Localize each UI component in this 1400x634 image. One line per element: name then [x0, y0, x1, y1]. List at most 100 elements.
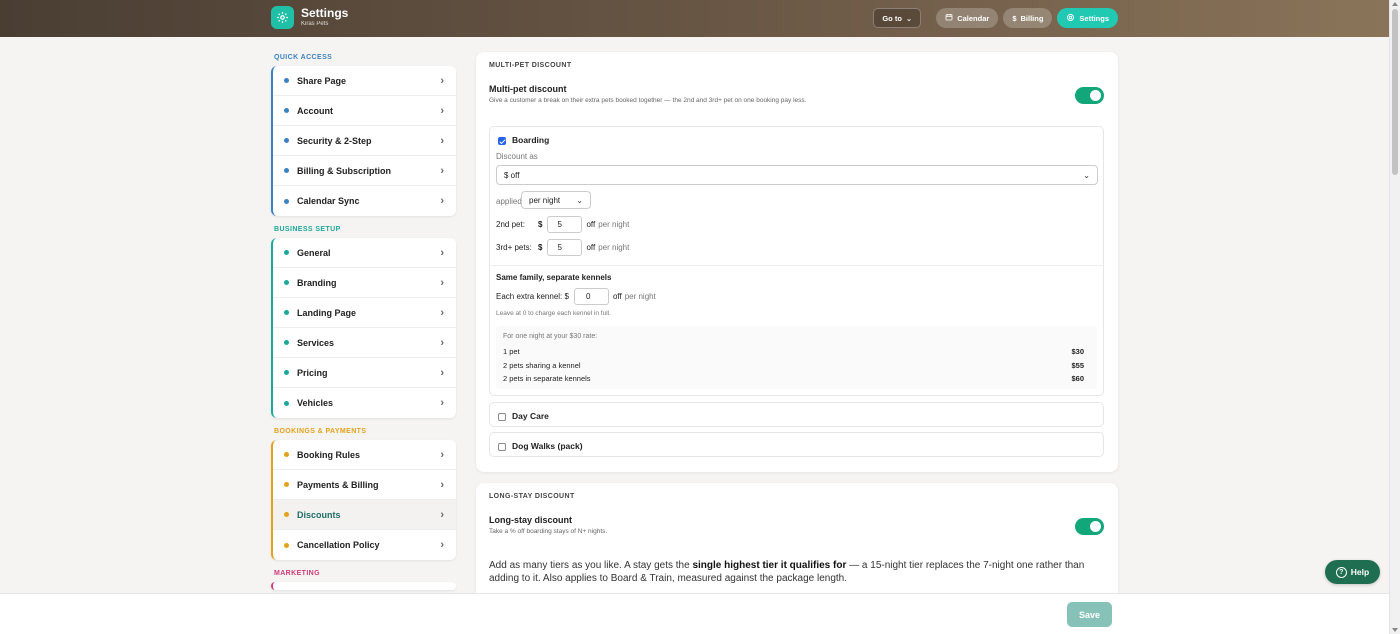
chevron-right-icon: › [440, 306, 444, 319]
bullet-icon [284, 340, 289, 345]
calendar-button[interactable]: Calendar [936, 8, 999, 28]
bullet-icon [284, 310, 289, 315]
quick-access-group: Share Page › Account › Security & 2-Step › … [271, 66, 456, 216]
chevron-right-icon: › [440, 448, 444, 461]
example-value: $30 [1071, 347, 1084, 356]
off-label: off [586, 220, 596, 229]
example-row: 1 pet $30 [503, 347, 1084, 356]
section-title: LONG-STAY DISCOUNT [489, 493, 575, 500]
sidebar-item-calendar-sync[interactable]: Calendar Sync › [273, 186, 456, 216]
section-title: MULTI-PET DISCOUNT [489, 62, 572, 69]
sidebar-item-label: Booking Rules [297, 449, 361, 460]
footer-bar: Save [0, 593, 1389, 634]
long-stay-heading: Long-stay discount [489, 515, 572, 525]
business-setup-group: General › Branding › Landing Page › Service… [271, 238, 456, 418]
sidebar-item-cancellation-policy[interactable]: Cancellation Policy › [273, 530, 456, 560]
multi-pet-heading: Multi-pet discount [489, 84, 567, 94]
day-care-discount-block[interactable]: Day Care [489, 402, 1104, 427]
long-stay-explanation: Add as many tiers as you like. A stay ge… [489, 559, 1086, 585]
brand: Settings Kiras Pets [271, 6, 348, 29]
multi-pet-toggle[interactable] [1075, 87, 1104, 104]
boarding-checkbox[interactable] [498, 136, 506, 145]
sidebar-item-landing-page[interactable]: Landing Page › [273, 298, 456, 328]
bullet-icon [284, 482, 289, 487]
applied-select[interactable]: per night ⌄ [521, 191, 591, 209]
sidebar-item-pricing[interactable]: Pricing › [273, 358, 456, 388]
dog-walks-checkbox[interactable] [498, 442, 506, 451]
sidebar-item-vehicles[interactable]: Vehicles › [273, 388, 456, 418]
billing-button[interactable]: $ Billing [1003, 8, 1053, 28]
day-care-checkbox[interactable] [498, 412, 506, 421]
marketing-group [271, 582, 456, 590]
chevron-down-icon: ⌄ [576, 195, 583, 205]
goto-button[interactable]: Go to ⌄ [873, 8, 922, 28]
extra-kennel-row: Each extra kennel: $ 0 off per night [496, 288, 656, 305]
sidebar-item-label: Discounts [297, 509, 341, 520]
third-pet-input[interactable]: 5 [547, 239, 583, 256]
question-icon: ? [1335, 566, 1347, 578]
sidebar-item-payments-billing[interactable]: Payments & Billing › [273, 470, 456, 500]
calendar-icon [945, 13, 953, 23]
chevron-right-icon: › [440, 164, 444, 177]
help-label: Help [1350, 567, 1370, 577]
settings-gear-icon [271, 6, 294, 29]
second-pet-label: 2nd pet: [496, 220, 525, 229]
applied-value: per night [529, 195, 561, 205]
chevron-right-icon: › [440, 478, 444, 491]
discount-type-select[interactable]: $ off ⌄ [496, 165, 1098, 185]
sidebar-item-label: Branding [297, 277, 337, 288]
sidebar-item-security[interactable]: Security & 2-Step › [273, 126, 456, 156]
section-quick-access: QUICK ACCESS [274, 54, 333, 61]
bullet-icon [284, 400, 289, 406]
dog-walks-checkbox-row[interactable]: Dog Walks (pack) [498, 441, 583, 451]
bullet-icon [284, 512, 289, 517]
sidebar-item-billing-subscription[interactable]: Billing & Subscription › [273, 156, 456, 186]
sidebar-item-share-page[interactable]: Share Page › [273, 66, 456, 96]
chevron-right-icon: › [440, 276, 444, 289]
example-value: $60 [1071, 374, 1084, 383]
discount-as-label: Discount as [496, 152, 538, 161]
sidebar-item-label: Pricing [297, 367, 328, 378]
example-intro: For one night at your $30 rate: [503, 333, 598, 340]
scrollbar-thumb[interactable] [1392, 9, 1398, 175]
chevron-right-icon: › [440, 246, 444, 259]
discount-type-value: $ off [504, 170, 520, 180]
sidebar-item-label: Billing & Subscription [297, 165, 391, 176]
bullet-icon [284, 198, 289, 204]
chevron-right-icon: › [440, 74, 444, 87]
extra-kennel-input[interactable]: 0 [573, 288, 609, 305]
sidebar-item-discounts[interactable]: Discounts › [273, 500, 456, 530]
save-button[interactable]: Save [1067, 602, 1112, 627]
chevron-down-icon: ⌄ [905, 13, 913, 23]
long-stay-header: Long-stay discount Take a % off boarding… [489, 515, 1104, 547]
dog-walks-discount-block[interactable]: Dog Walks (pack) [489, 432, 1104, 457]
boarding-checkbox-row[interactable]: Boarding [498, 135, 549, 145]
scroll-down-icon[interactable] [1392, 628, 1398, 632]
sidebar-item-services[interactable]: Services › [273, 328, 456, 358]
page-scrollbar[interactable] [1389, 0, 1400, 634]
example-label: 1 pet [503, 347, 520, 356]
chevron-right-icon: › [440, 134, 444, 147]
sidebar-item-general[interactable]: General › [273, 238, 456, 268]
day-care-label: Day Care [512, 411, 549, 421]
chevron-right-icon: › [440, 397, 444, 409]
second-pet-input[interactable]: 5 [547, 216, 583, 233]
sidebar-item-account[interactable]: Account › [273, 96, 456, 126]
scroll-up-icon[interactable] [1392, 2, 1398, 6]
help-button[interactable]: ? Help [1325, 560, 1380, 584]
sidebar-item-branding[interactable]: Branding › [273, 268, 456, 298]
long-stay-toggle[interactable] [1075, 518, 1104, 535]
settings-label: Settings [1079, 13, 1109, 23]
divider [490, 265, 1103, 266]
billing-label: Billing [1020, 13, 1044, 23]
per-night-label: per night [598, 220, 630, 229]
day-care-checkbox-row[interactable]: Day Care [498, 411, 549, 421]
sidebar-item-label: Share Page [297, 75, 347, 86]
dollar-icon: $ [1012, 13, 1017, 23]
sidebar-item-booking-rules[interactable]: Booking Rules › [273, 440, 456, 470]
sidebar-item-label: Account [297, 105, 333, 116]
sidebar-item-label: Vehicles [297, 398, 334, 408]
third-pet-row: 3rd+ pets: $ 5 off per night [496, 239, 629, 256]
per-night-label: per night [598, 243, 630, 252]
settings-button[interactable]: Settings [1057, 8, 1118, 28]
